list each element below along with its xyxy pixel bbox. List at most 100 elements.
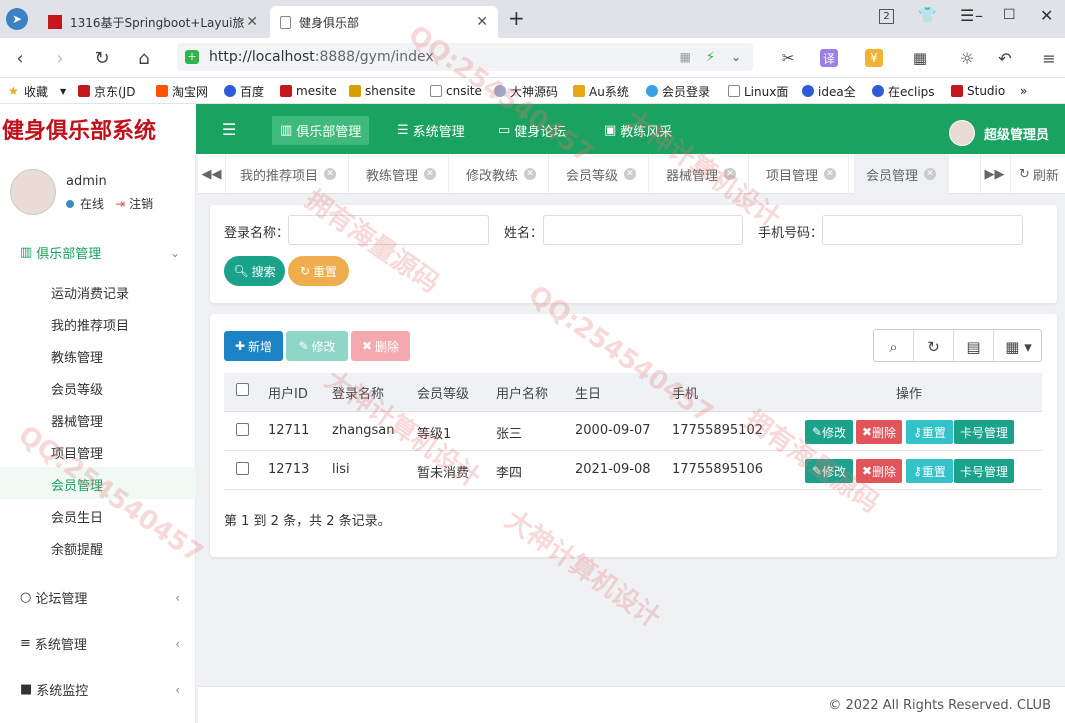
columns-icon[interactable]: ▤	[954, 330, 994, 361]
sidebar-item-equipment[interactable]: 器械管理	[51, 411, 103, 430]
sidebar-item-consumption[interactable]: 运动消费记录	[51, 283, 129, 302]
new-tab-icon[interactable]: +	[508, 6, 525, 30]
close-icon[interactable]: ✕	[246, 14, 258, 30]
close-icon[interactable]: ✕	[624, 168, 637, 180]
sidebar-toggle-icon[interactable]: ☰	[222, 120, 236, 139]
login-name-input[interactable]	[288, 215, 489, 245]
topnav-forum[interactable]: ▭ 健身论坛	[490, 116, 574, 145]
tab-member-levels[interactable]: 会员等级 ✕	[554, 154, 650, 194]
sidebar-item-coaches[interactable]: 教练管理	[51, 347, 103, 366]
bookmark-item[interactable]: cnsite	[430, 82, 482, 100]
shirt-icon[interactable]: 👕	[918, 6, 937, 24]
reload-icon[interactable]: ↻	[90, 46, 114, 70]
name-input[interactable]	[543, 215, 743, 245]
row-edit-button[interactable]: ✎ 修改	[805, 420, 853, 444]
sidebar-item-member-levels[interactable]: 会员等级	[51, 379, 103, 398]
tab-count-badge[interactable]: 2	[879, 9, 894, 24]
topnav-coaches[interactable]: ▣ 教练风采	[596, 116, 680, 145]
tabs-scroll-left-icon[interactable]: ◀◀	[198, 154, 226, 194]
qr-icon[interactable]: ▦	[680, 50, 691, 64]
row-delete-button[interactable]: ✖ 删除	[856, 420, 902, 444]
bookmark-item[interactable]: ★ 收藏 ▼	[8, 82, 66, 100]
delete-button[interactable]: ✖ 删除	[351, 331, 410, 361]
sidebar-item-recommend[interactable]: 我的推荐项目	[51, 315, 129, 334]
reset-button[interactable]: ↻ 重置	[288, 256, 349, 286]
tab-edit-coach[interactable]: 修改教练 ✕	[454, 154, 550, 194]
cut-icon[interactable]: ✂	[776, 46, 800, 70]
address-bar[interactable]: + http://localhost:8888/gym/index ▦ ⚡ ⌄	[177, 43, 753, 71]
row-reset-button[interactable]: ⚷ 重置	[906, 459, 953, 483]
translate-icon[interactable]: 译	[820, 49, 838, 67]
close-icon[interactable]: ✕	[824, 168, 837, 180]
row-checkbox[interactable]	[236, 423, 249, 436]
close-icon[interactable]: ✕	[524, 168, 537, 180]
close-icon[interactable]: ✕	[724, 168, 737, 180]
bookmark-item[interactable]: 淘宝网	[156, 82, 208, 100]
tab-members[interactable]: 会员管理 ✕	[854, 154, 950, 194]
browser-tab-2[interactable]: 健身俱乐部 ✕	[270, 6, 498, 38]
search-icon[interactable]: ⌕	[874, 330, 914, 361]
bookmark-item[interactable]: 在eclips	[872, 82, 936, 100]
bookmark-item[interactable]: shensite	[349, 82, 416, 100]
sun-icon[interactable]: ☼	[955, 46, 979, 70]
close-icon[interactable]: ✕	[324, 168, 337, 180]
bookmark-item[interactable]: 会员登录	[646, 82, 716, 100]
tabs-scroll-right-icon[interactable]: ▶▶	[980, 154, 1008, 194]
browser-tab-1[interactable]: 1316基于Springboot+Layui旅 ✕	[38, 6, 268, 38]
grid-icon[interactable]: ▦ ▾	[994, 330, 1041, 361]
grid-icon[interactable]: ▦	[908, 46, 932, 70]
phone-input[interactable]	[822, 215, 1023, 245]
bookmark-item[interactable]: Linux面	[728, 82, 788, 100]
close-icon[interactable]: ✕	[424, 168, 437, 180]
select-all-checkbox[interactable]	[236, 383, 249, 396]
close-icon[interactable]: ✕	[476, 14, 488, 30]
topnav-system-management[interactable]: ☰ 系统管理	[389, 116, 473, 145]
more-bookmarks-icon[interactable]: »	[1020, 82, 1027, 100]
edit-button[interactable]: ✎ 修改	[286, 331, 348, 361]
sidebar-group-forum[interactable]: ○ 论坛管理 ‹	[20, 588, 180, 607]
sidebar-item-balance[interactable]: 余额提醒	[51, 539, 103, 558]
search-button[interactable]: 🔍︎ 搜索	[224, 256, 285, 286]
refresh-icon[interactable]: ↻	[914, 330, 954, 361]
bookmark-item[interactable]: 百度	[224, 82, 264, 100]
sidebar-group-monitor[interactable]: ■ 系统监控 ‹	[20, 680, 180, 699]
back-icon[interactable]: ‹	[8, 46, 32, 70]
bookmark-item[interactable]: 大神源码	[494, 82, 558, 100]
row-card-button[interactable]: 卡号管理	[954, 420, 1014, 444]
column-header[interactable]: 登录名称	[332, 373, 384, 412]
topnav-club-management[interactable]: ▥ 俱乐部管理	[272, 116, 370, 145]
tab-projects[interactable]: 项目管理 ✕	[754, 154, 850, 194]
minimize-icon[interactable]: –	[975, 6, 983, 25]
bookmark-item[interactable]: idea全	[802, 82, 858, 100]
chevron-down-icon[interactable]: ⌄	[731, 50, 741, 64]
tab-recommend[interactable]: 我的推荐项目 ✕	[228, 154, 350, 194]
row-delete-button[interactable]: ✖ 删除	[856, 459, 902, 483]
shield-icon[interactable]: ¥	[865, 49, 883, 67]
sidebar-item-birthdays[interactable]: 会员生日	[51, 507, 103, 526]
tab-coaches[interactable]: 教练管理 ✕	[354, 154, 450, 194]
undo-icon[interactable]: ↶	[993, 46, 1017, 70]
row-reset-button[interactable]: ⚷ 重置	[906, 420, 953, 444]
home-icon[interactable]: ⌂	[132, 46, 156, 70]
add-button[interactable]: ✚ 新增	[224, 331, 283, 361]
bookmark-item[interactable]: Studio	[951, 82, 1007, 100]
maximize-icon[interactable]: ☐	[1003, 7, 1016, 23]
browser-logo-icon[interactable]: ➤	[6, 8, 28, 30]
column-header[interactable]: 用户名称	[496, 373, 548, 412]
sidebar-group-system[interactable]: ≡ 系统管理 ‹	[20, 634, 180, 653]
refresh-button[interactable]: ↻ 刷新	[1010, 154, 1065, 194]
bookmark-item[interactable]: mesite	[280, 82, 337, 100]
user-role[interactable]: 超级管理员	[984, 124, 1049, 143]
menu-icon[interactable]: ☰	[960, 6, 974, 25]
close-window-icon[interactable]: ✕	[1040, 6, 1053, 25]
sidebar-group-club[interactable]: ▥ 俱乐部管理 ⌄	[20, 243, 180, 262]
logout-link[interactable]: ⇥ 注销	[115, 195, 153, 212]
close-icon[interactable]: ✕	[924, 168, 937, 180]
lightning-icon[interactable]: ⚡	[706, 50, 715, 65]
row-card-button[interactable]: 卡号管理	[954, 459, 1014, 483]
avatar[interactable]	[949, 120, 975, 146]
sidebar-item-projects[interactable]: 项目管理	[51, 443, 103, 462]
sidebar-item-members[interactable]: 会员管理	[51, 475, 103, 494]
bookmark-item[interactable]: 京东(JD	[78, 82, 135, 100]
bookmark-item[interactable]: Au系统	[573, 82, 629, 100]
